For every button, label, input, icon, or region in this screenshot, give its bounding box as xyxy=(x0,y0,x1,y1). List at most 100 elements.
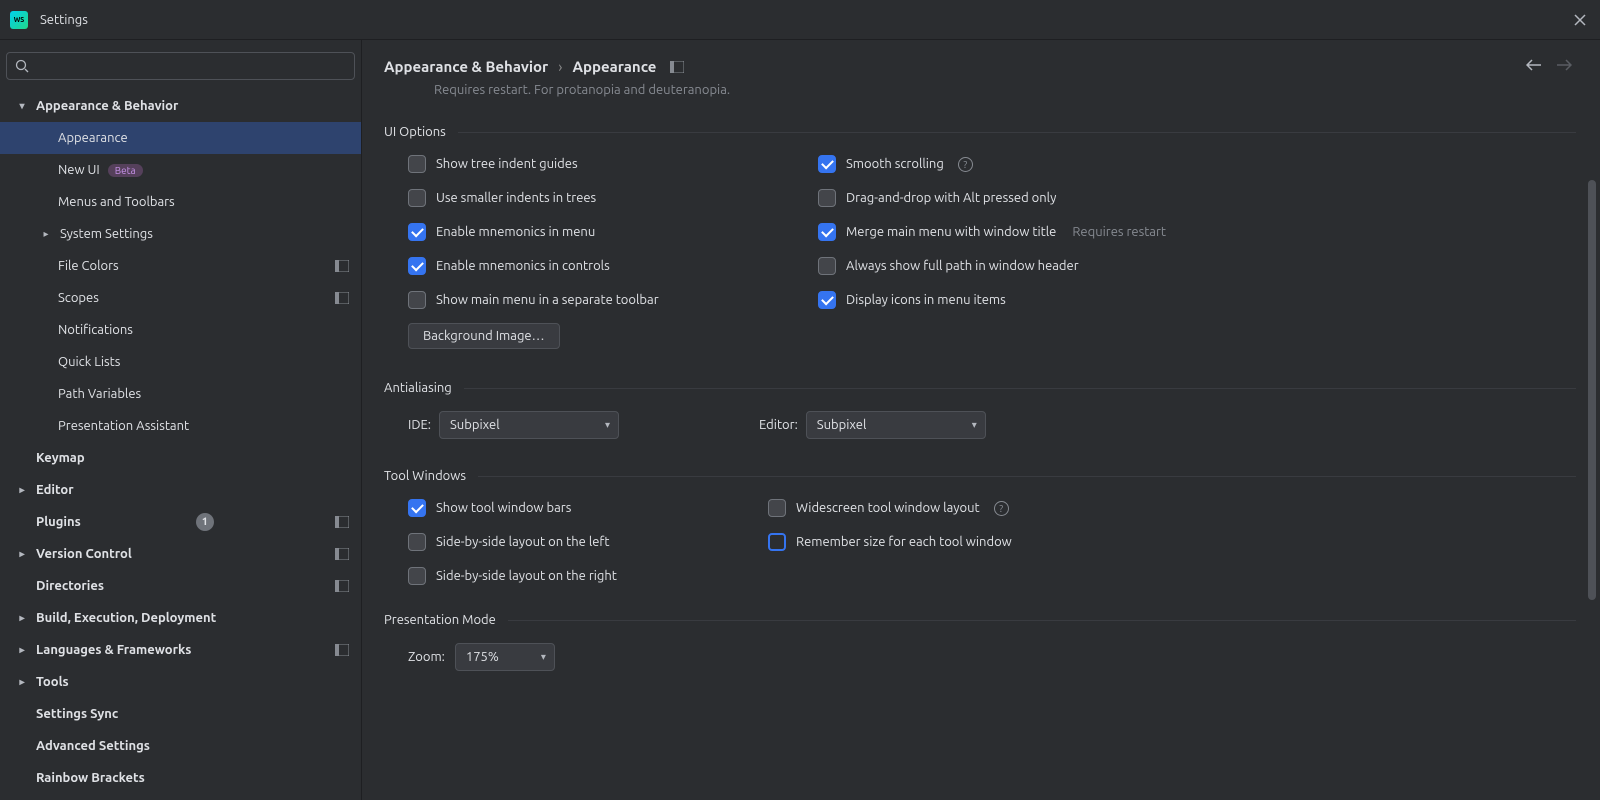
section-title-ui-options: UI Options xyxy=(384,125,446,139)
checkbox-label: Smooth scrolling xyxy=(846,157,944,171)
search-icon xyxy=(15,59,29,73)
checkbox[interactable] xyxy=(408,533,426,551)
checkbox[interactable] xyxy=(408,257,426,275)
tree-item[interactable]: ▸ Version Control xyxy=(0,538,361,570)
divider xyxy=(508,620,1576,621)
checkbox-option[interactable]: Drag-and-drop with Alt pressed only xyxy=(818,189,1576,207)
tree-item[interactable]: New UIBeta xyxy=(0,154,361,186)
checkbox[interactable] xyxy=(408,189,426,207)
checkbox[interactable] xyxy=(408,223,426,241)
tree-item[interactable]: ▸System Settings xyxy=(0,218,361,250)
breadcrumb-root[interactable]: Appearance & Behavior xyxy=(384,58,548,75)
checkbox[interactable] xyxy=(408,499,426,517)
checkbox-option[interactable]: Smooth scrolling? xyxy=(818,155,1576,173)
tree-item[interactable]: Appearance xyxy=(0,122,361,154)
tree-item-label: Settings Sync xyxy=(36,707,118,721)
tree-item[interactable]: ▸Languages & Frameworks xyxy=(0,634,361,666)
tree-item-label: Quick Lists xyxy=(58,355,120,369)
checkbox[interactable] xyxy=(818,223,836,241)
checkbox-label: Merge main menu with window title xyxy=(846,225,1056,239)
project-level-icon xyxy=(335,516,349,528)
checkbox-option[interactable]: Show tree indent guides xyxy=(408,155,818,173)
divider xyxy=(464,388,1576,389)
checkbox-option[interactable]: Show main menu in a separate toolbar xyxy=(408,291,818,309)
checkbox[interactable] xyxy=(408,155,426,173)
tree-item[interactable]: ·Rainbow Brackets xyxy=(0,762,361,794)
checkbox-option[interactable]: Remember size for each tool window xyxy=(768,533,1576,551)
checkbox-option[interactable]: Widescreen tool window layout? xyxy=(768,499,1576,517)
help-icon[interactable]: ? xyxy=(994,501,1009,516)
checkbox[interactable] xyxy=(408,567,426,585)
project-level-icon xyxy=(670,61,684,73)
chevron-down-icon: ▾ xyxy=(972,419,977,431)
editor-aa-label: Editor: xyxy=(759,418,798,432)
checkbox-option[interactable]: Show tool window bars xyxy=(408,499,768,517)
divider xyxy=(478,476,1576,477)
checkbox[interactable] xyxy=(768,499,786,517)
tree-item-label: Advanced Settings xyxy=(36,739,150,753)
tree-item[interactable]: ▸Editor xyxy=(0,474,361,506)
tree-item-label: Tools xyxy=(36,675,69,689)
forward-icon xyxy=(1556,58,1572,75)
tree-item[interactable]: Menus and Toolbars xyxy=(0,186,361,218)
divider xyxy=(458,132,1576,133)
tree-item[interactable]: ▾Appearance & Behavior xyxy=(0,90,361,122)
checkbox-option[interactable]: Enable mnemonics in controls xyxy=(408,257,818,275)
tree-item-label: System Settings xyxy=(60,227,153,241)
search-box[interactable] xyxy=(6,52,355,80)
checkbox[interactable] xyxy=(818,155,836,173)
tree-item[interactable]: Presentation Assistant xyxy=(0,410,361,442)
help-icon[interactable]: ? xyxy=(958,157,973,172)
tree-item[interactable]: ·Plugins1 xyxy=(0,506,361,538)
tree-item[interactable]: ·Settings Sync xyxy=(0,698,361,730)
tree-item[interactable]: ·Advanced Settings xyxy=(0,730,361,762)
sidebar: ▾Appearance & Behavior Appearance New UIBe… xyxy=(0,40,362,800)
checkbox[interactable] xyxy=(408,291,426,309)
project-level-icon xyxy=(335,260,349,272)
tree-item[interactable]: Scopes xyxy=(0,282,361,314)
checkbox-option[interactable]: Always show full path in window header xyxy=(818,257,1576,275)
checkbox[interactable] xyxy=(818,189,836,207)
settings-tree: ▾Appearance & Behavior Appearance New UIBe… xyxy=(0,90,361,794)
ide-aa-select[interactable]: Subpixel ▾ xyxy=(439,411,619,439)
background-image-button[interactable]: Background Image… xyxy=(408,323,560,349)
checkbox-option[interactable]: Side-by-side layout on the left xyxy=(408,533,768,551)
tree-item-label: Directories xyxy=(36,579,104,593)
tree-item-label: Version Control xyxy=(36,547,132,561)
scrollbar[interactable] xyxy=(1588,100,1598,790)
tree-item-label: Appearance xyxy=(58,131,128,145)
tree-item-label: Scopes xyxy=(58,291,99,305)
tree-item[interactable]: ·Keymap xyxy=(0,442,361,474)
tree-item[interactable]: ·Directories xyxy=(0,570,361,602)
tree-item[interactable]: ▸Tools xyxy=(0,666,361,698)
tree-item[interactable]: ▸Build, Execution, Deployment xyxy=(0,602,361,634)
checkbox-label: Always show full path in window header xyxy=(846,259,1079,273)
tree-item[interactable]: Path Variables xyxy=(0,378,361,410)
close-icon[interactable] xyxy=(1570,10,1590,30)
checkbox-label: Side-by-side layout on the right xyxy=(436,569,617,583)
tree-item[interactable]: Quick Lists xyxy=(0,346,361,378)
scrollbar-thumb[interactable] xyxy=(1588,180,1596,600)
checkbox-label: Use smaller indents in trees xyxy=(436,191,596,205)
tree-item-label: Path Variables xyxy=(58,387,141,401)
checkbox-option[interactable]: Merge main menu with window titleRequire… xyxy=(818,223,1576,241)
back-icon[interactable] xyxy=(1526,58,1542,75)
chevron-down-icon: ▾ xyxy=(605,419,610,431)
project-level-icon xyxy=(335,580,349,592)
chevron-right-icon: ▸ xyxy=(14,548,30,560)
checkbox-option[interactable]: Display icons in menu items xyxy=(818,291,1576,309)
search-input[interactable] xyxy=(35,59,346,74)
checkbox-option[interactable]: Enable mnemonics in menu xyxy=(408,223,818,241)
tree-item-label: Editor xyxy=(36,483,74,497)
tree-item-label: Keymap xyxy=(36,451,85,465)
editor-aa-select[interactable]: Subpixel ▾ xyxy=(806,411,986,439)
checkbox[interactable] xyxy=(818,257,836,275)
tree-item[interactable]: Notifications xyxy=(0,314,361,346)
checkbox-option[interactable]: Use smaller indents in trees xyxy=(408,189,818,207)
checkbox-option[interactable]: Side-by-side layout on the right xyxy=(408,567,768,585)
checkbox[interactable] xyxy=(768,533,786,551)
checkbox[interactable] xyxy=(818,291,836,309)
zoom-select[interactable]: 175% ▾ xyxy=(455,643,555,671)
chevron-down-icon: ▾ xyxy=(541,651,546,663)
tree-item[interactable]: File Colors xyxy=(0,250,361,282)
